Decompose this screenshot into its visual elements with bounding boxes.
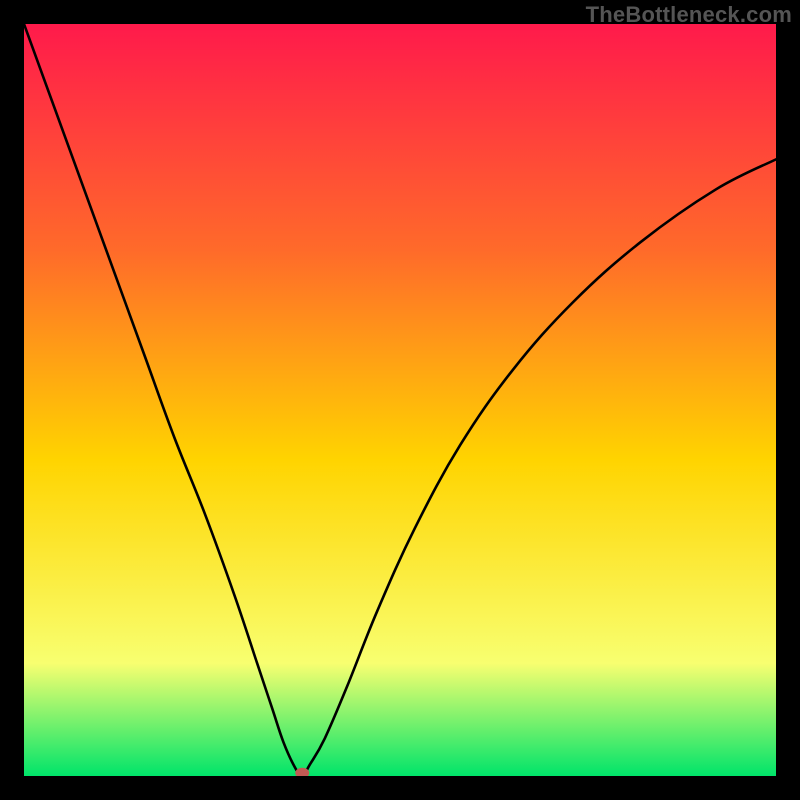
gradient-background <box>24 24 776 776</box>
watermark-text: TheBottleneck.com <box>586 2 792 28</box>
chart-plot <box>24 24 776 776</box>
chart-frame <box>24 24 776 776</box>
